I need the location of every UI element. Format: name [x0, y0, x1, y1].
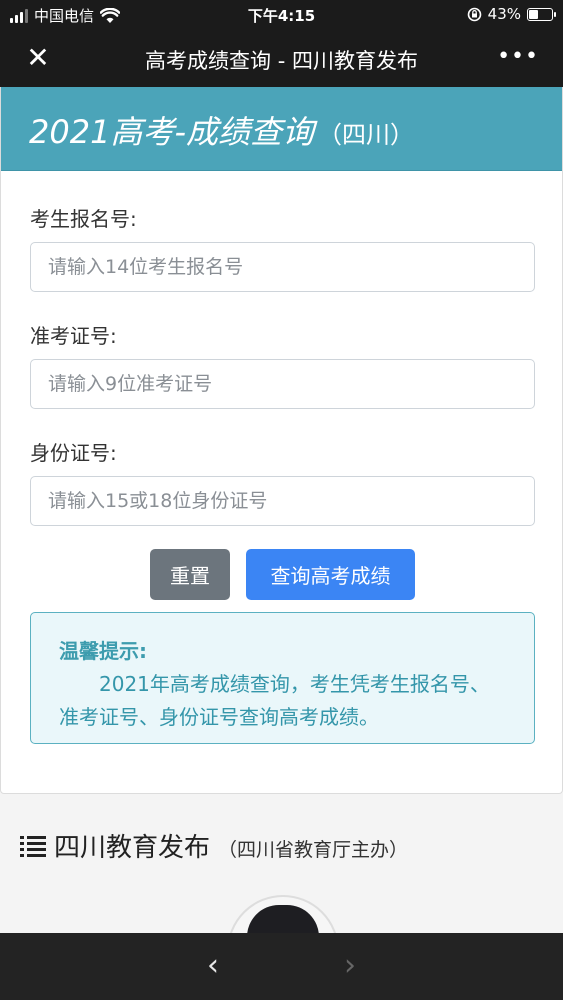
id-number-label: 身份证号: — [30, 441, 117, 465]
status-bar: 中国电信 下午4:15 43% — [0, 0, 563, 30]
tip-box: 温馨提示: 2021年高考成绩查询，考生凭考生报名号、准考证号、身份证号查询高考… — [30, 612, 535, 744]
card-header: 2021高考-成绩查询 （四川） — [1, 87, 562, 171]
page-title: 高考成绩查询 - 四川教育发布 — [145, 49, 418, 73]
card-title-main: 2021高考-成绩查询 — [29, 113, 314, 151]
battery-percent: 43% — [487, 5, 521, 23]
avatar-hair — [247, 905, 319, 933]
status-right: 43% — [467, 5, 556, 23]
close-icon[interactable]: ✕ — [22, 43, 54, 73]
rotation-lock-icon — [467, 7, 481, 21]
query-score-button[interactable]: 查询高考成绩 — [246, 549, 415, 600]
battery-icon — [527, 7, 556, 21]
forward-arrow-icon: › — [344, 948, 356, 983]
account-sponsor: （四川省教育厅主办） — [218, 839, 409, 861]
admission-ticket-input[interactable] — [30, 359, 535, 409]
more-icon[interactable]: ••• — [497, 44, 539, 69]
bottom-toolbar: ‹ › — [0, 933, 563, 1000]
registration-number-input[interactable] — [30, 242, 535, 292]
list-icon — [20, 836, 46, 858]
nav-bar: ✕ 高考成绩查询 - 四川教育发布 ••• — [0, 30, 563, 87]
tip-body: 2021年高考成绩查询，考生凭考生报名号、准考证号、身份证号查询高考成绩。 — [59, 672, 490, 729]
query-card: 2021高考-成绩查询（四川） 考生报名号: 准考证号: 身份证号: 重置 查询… — [0, 87, 563, 794]
registration-number-label: 考生报名号: — [30, 207, 137, 231]
battery-fill — [529, 9, 539, 19]
account-header: 四川教育发布 （四川省教育厅主办） — [20, 827, 408, 864]
web-content: 2021高考-成绩查询（四川） 考生报名号: 准考证号: 身份证号: 重置 查询… — [0, 87, 563, 933]
admission-ticket-label: 准考证号: — [30, 324, 117, 348]
card-title-province: （四川） — [318, 121, 414, 149]
id-number-input[interactable] — [30, 476, 535, 526]
reset-button[interactable]: 重置 — [150, 549, 230, 600]
back-arrow-icon[interactable]: ‹ — [198, 949, 228, 983]
account-name: 四川教育发布 — [54, 833, 211, 863]
tip-title: 温馨提示: — [59, 639, 147, 663]
card-title: 2021高考-成绩查询 （四川） — [29, 107, 414, 153]
avatar[interactable] — [227, 895, 339, 933]
